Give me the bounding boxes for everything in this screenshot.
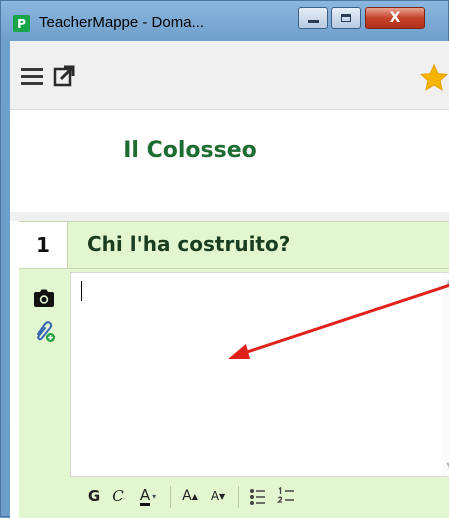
editor-scrollbar[interactable]: ▲ ▼: [442, 273, 449, 476]
minimize-button[interactable]: [298, 7, 328, 29]
answer-text-editor[interactable]: ▲ ▼: [70, 272, 449, 477]
font-color-letter: A: [139, 485, 151, 506]
attachment-add-icon[interactable]: [32, 319, 56, 343]
maximize-icon: [341, 14, 351, 22]
open-external-icon[interactable]: [53, 65, 75, 87]
grow-font-icon: ▲: [191, 491, 198, 501]
camera-icon[interactable]: [34, 289, 54, 307]
text-caret: [81, 281, 82, 301]
document-title-area: Il Colosseo: [10, 110, 449, 212]
shrink-font-button[interactable]: A ▼: [206, 481, 230, 511]
question-text[interactable]: Chi l'ha costruito?: [87, 232, 290, 256]
close-icon: X: [389, 10, 401, 26]
toolbar-separator: [238, 486, 239, 508]
section-divider: [10, 212, 449, 221]
question-row[interactable]: 1 Chi l'ha costruito?: [19, 221, 449, 269]
minimize-icon: [307, 19, 319, 23]
format-toolbar: G C A ▾ A ▲ A ▼: [70, 481, 449, 518]
shrink-font-icon: ▼: [219, 491, 226, 501]
hamburger-menu-icon[interactable]: [21, 68, 43, 86]
maximize-button[interactable]: [331, 7, 361, 29]
main-toolbar: [10, 41, 449, 110]
window-frame: P TeacherMappe - Doma... X Il Colosseo 1…: [0, 0, 449, 518]
bold-button[interactable]: G: [84, 481, 104, 511]
title-bar[interactable]: P TeacherMappe - Doma... X: [1, 1, 449, 41]
close-button[interactable]: X: [365, 7, 425, 29]
window-title: TeacherMappe - Doma...: [39, 14, 205, 31]
bulleted-list-icon[interactable]: [246, 481, 270, 511]
app-icon: P: [13, 15, 30, 32]
question-number: 1: [19, 222, 68, 268]
answer-block: ▲ ▼ G C A ▾ A▲ A▼: [19, 269, 449, 518]
document-title[interactable]: Il Colosseo: [10, 138, 370, 163]
grow-font-letter: A: [182, 488, 192, 504]
grow-font-button[interactable]: A ▲: [178, 481, 202, 511]
answer-side-tools: [19, 269, 68, 518]
italic-button[interactable]: C: [108, 481, 128, 511]
app-client-area: Il Colosseo 1 Chi l'ha costruito? G C A …: [10, 41, 449, 518]
star-icon[interactable]: [420, 64, 448, 92]
toolbar-separator: [170, 486, 171, 508]
font-color-button[interactable]: A ▾: [130, 481, 166, 511]
shrink-font-letter: A: [210, 489, 220, 503]
numbered-list-icon[interactable]: [274, 481, 298, 511]
chevron-down-icon: ▾: [152, 491, 157, 501]
